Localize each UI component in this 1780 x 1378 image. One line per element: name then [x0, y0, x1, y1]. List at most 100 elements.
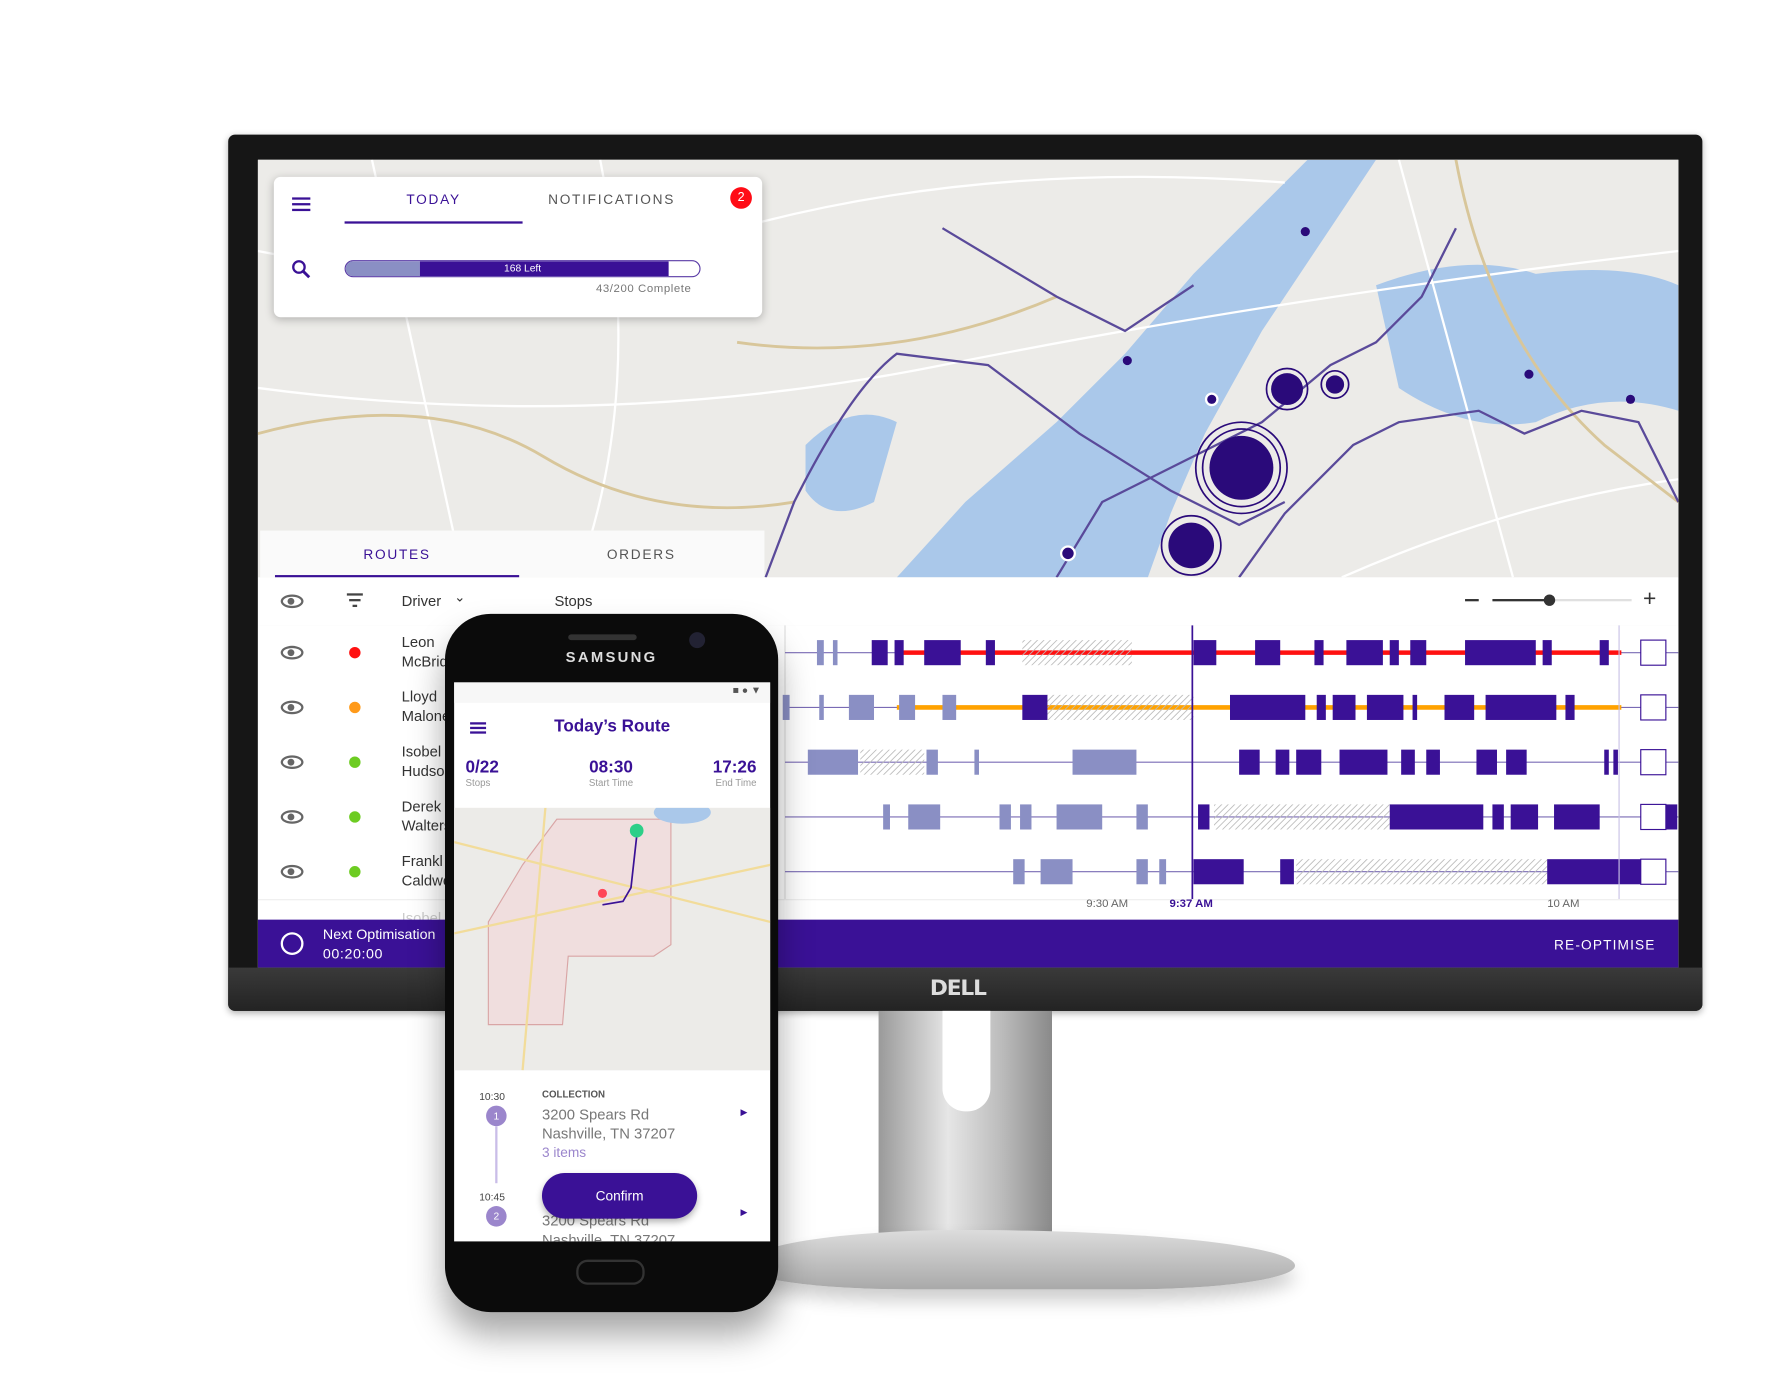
zoom-in-icon[interactable]: +: [1643, 586, 1656, 612]
stop-block[interactable]: [942, 694, 957, 720]
chevron-right-icon[interactable]: ▶: [741, 1207, 748, 1217]
stop-number: 2: [486, 1206, 507, 1227]
stop-block[interactable]: [1465, 640, 1536, 666]
stop-block[interactable]: [1599, 640, 1609, 666]
complete-count: 43/200 Complete: [595, 282, 692, 296]
stop-block[interactable]: [1444, 694, 1475, 720]
stop-block[interactable]: [894, 640, 904, 666]
stop-number: 1: [486, 1105, 507, 1127]
tick-label: 10 AM: [1547, 897, 1580, 911]
stop-block[interactable]: [924, 640, 961, 666]
end-marker: [1640, 639, 1667, 666]
stop-block[interactable]: [1314, 640, 1324, 666]
stop-block[interactable]: [1542, 640, 1552, 666]
menu-icon[interactable]: [292, 197, 311, 212]
stop-block[interactable]: [1198, 804, 1210, 830]
stop-block[interactable]: [1136, 804, 1148, 830]
stop-block[interactable]: [848, 694, 875, 720]
zoom-slider[interactable]: [1492, 594, 1632, 606]
next-optimisation-label: Next Optimisation: [322, 926, 436, 943]
stop-block[interactable]: [1275, 749, 1290, 775]
stop-block[interactable]: [1040, 859, 1073, 885]
stop-block[interactable]: [819, 694, 824, 720]
stop-block[interactable]: [883, 804, 890, 830]
stop-block[interactable]: [1426, 749, 1440, 775]
stop-block[interactable]: [1013, 859, 1025, 885]
slider-thumb[interactable]: [1543, 594, 1556, 606]
stop-block[interactable]: [1389, 804, 1484, 830]
stop-block[interactable]: [782, 694, 790, 720]
stop-block[interactable]: [1339, 749, 1388, 775]
stop-block[interactable]: [1554, 804, 1600, 830]
chevron-right-icon[interactable]: ▶: [741, 1107, 748, 1117]
stop-block[interactable]: [1412, 694, 1418, 720]
stop-block[interactable]: [1136, 859, 1148, 885]
destination-pin-icon[interactable]: [629, 823, 644, 838]
stop-block[interactable]: [908, 804, 941, 830]
home-button[interactable]: [576, 1259, 645, 1285]
stop-block[interactable]: [816, 640, 824, 666]
end-marker: [1640, 749, 1667, 776]
monitor-base: [741, 1229, 1296, 1290]
zoom-out-icon[interactable]: [1465, 599, 1479, 602]
tab-orders[interactable]: ORDERS: [519, 547, 763, 563]
stop-block[interactable]: [871, 640, 888, 666]
stop-block[interactable]: [1056, 804, 1103, 830]
stop-block[interactable]: [1229, 694, 1306, 720]
tab-notifications[interactable]: NOTIFICATIONS: [523, 192, 701, 208]
stop-block[interactable]: [1492, 804, 1504, 830]
stop-block[interactable]: [1193, 859, 1244, 885]
stop-block[interactable]: [1476, 749, 1497, 775]
stop-block[interactable]: [1020, 804, 1032, 830]
eye-icon[interactable]: [280, 594, 304, 609]
stop-block[interactable]: [1604, 749, 1609, 775]
driver-sort[interactable]: Driver: [402, 592, 442, 609]
stop-block[interactable]: [1255, 640, 1281, 666]
stop-block[interactable]: [1565, 694, 1575, 720]
filter-icon[interactable]: [346, 593, 363, 608]
tab-today[interactable]: TODAY: [344, 192, 523, 224]
stop-block[interactable]: [1280, 859, 1294, 885]
wait-period: [1022, 640, 1132, 666]
stop-block[interactable]: [1547, 859, 1644, 885]
search-icon[interactable]: [291, 259, 312, 280]
tab-routes[interactable]: ROUTES: [274, 547, 520, 578]
stop-block[interactable]: [1193, 640, 1217, 666]
stop-block[interactable]: [1389, 640, 1399, 666]
stop-block[interactable]: [999, 804, 1011, 830]
stop-block[interactable]: [1401, 749, 1415, 775]
stop-block[interactable]: [1510, 804, 1539, 830]
stop-block[interactable]: [1346, 640, 1383, 666]
stop-block[interactable]: [974, 749, 979, 775]
stop-block[interactable]: [1410, 640, 1427, 666]
reoptimise-button[interactable]: RE-OPTIMISE: [1554, 937, 1656, 953]
stop-block[interactable]: [1316, 694, 1326, 720]
today-card: TODAY NOTIFICATIONS 2 168 Left 43/200 Co…: [273, 176, 763, 318]
stop-block[interactable]: [1296, 749, 1322, 775]
stop-block[interactable]: [1485, 694, 1557, 720]
notification-badge: 2: [730, 187, 752, 209]
tick-label: 9:30 AM: [1086, 897, 1129, 911]
stop-block[interactable]: [1159, 859, 1167, 885]
stop-block[interactable]: [1506, 749, 1527, 775]
stop-item[interactable]: 10:30 1 COLLECTION 3200 Spears Rd Nashvil…: [454, 1089, 770, 1184]
stop-block[interactable]: [985, 640, 995, 666]
stop-block[interactable]: [1239, 749, 1260, 775]
stop-block[interactable]: [1366, 694, 1404, 720]
stop-block[interactable]: [1613, 749, 1618, 775]
stop-time: 10:45: [479, 1191, 505, 1203]
end-marker: [1640, 694, 1667, 721]
confirm-button[interactable]: Confirm: [541, 1172, 698, 1219]
stop-block[interactable]: [1022, 694, 1048, 720]
phone-map[interactable]: [454, 807, 771, 1071]
stop-block[interactable]: [832, 640, 838, 666]
wait-period: [1045, 694, 1194, 720]
stop-block[interactable]: [926, 749, 938, 775]
stop-block[interactable]: [899, 694, 916, 720]
stop-block[interactable]: [1332, 694, 1356, 720]
phone-title: Today’s Route: [554, 716, 671, 736]
stop-block[interactable]: [807, 749, 859, 775]
chevron-down-icon[interactable]: ⌄: [454, 589, 465, 605]
stop-block[interactable]: [1072, 749, 1137, 775]
phone-camera: [689, 632, 706, 649]
